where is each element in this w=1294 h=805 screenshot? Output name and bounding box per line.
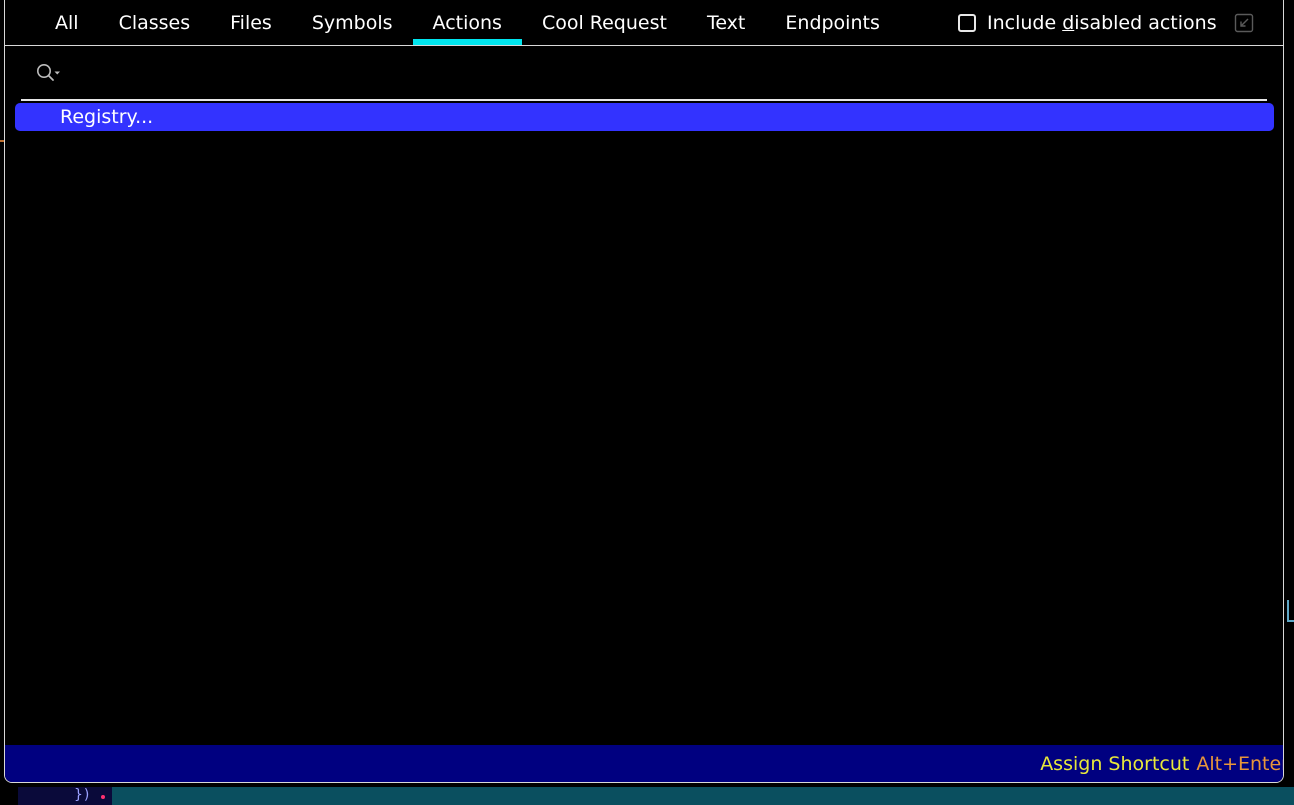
background-code-fragment: }) [74, 787, 91, 803]
include-disabled-label: Include disabled actions [987, 12, 1217, 34]
status-bar: Assign Shortcut Alt+Enter [5, 745, 1283, 782]
include-disabled-actions-toggle[interactable]: Include disabled actions [958, 0, 1217, 45]
background-editor-mark [1287, 600, 1294, 622]
tab-list: All Classes Files Symbols Actions Cool R… [35, 0, 900, 45]
tab-bar: All Classes Files Symbols Actions Cool R… [5, 0, 1283, 46]
include-disabled-label-start: Include [987, 11, 1063, 34]
collapse-icon[interactable] [1234, 13, 1254, 33]
assign-shortcut-key: Alt+Enter [1196, 753, 1284, 775]
search-everywhere-popup: All Classes Files Symbols Actions Cool R… [4, 0, 1284, 783]
tab-actions[interactable]: Actions [412, 0, 523, 45]
tab-text[interactable]: Text [687, 0, 765, 45]
include-disabled-label-end: isabled actions [1074, 11, 1217, 34]
search-icon[interactable] [35, 62, 61, 86]
tab-files[interactable]: Files [210, 0, 292, 45]
search-input[interactable] [69, 54, 1249, 92]
background-editor-strip [18, 787, 112, 805]
background-error-dot [101, 795, 105, 799]
tab-cool-request[interactable]: Cool Request [522, 0, 687, 45]
search-field-row [21, 46, 1267, 101]
tab-classes[interactable]: Classes [99, 0, 211, 45]
checkbox-icon[interactable] [958, 13, 976, 32]
tab-all[interactable]: All [35, 0, 99, 45]
results-list: Registry... [15, 103, 1274, 131]
assign-shortcut-label: Assign Shortcut [1040, 753, 1190, 775]
result-item-registry[interactable]: Registry... [15, 103, 1274, 131]
tab-endpoints[interactable]: Endpoints [765, 0, 899, 45]
include-disabled-label-mnemonic: d [1062, 11, 1075, 34]
background-editor-strip [112, 787, 1294, 805]
assign-shortcut-hint[interactable]: Assign Shortcut Alt+Enter [1040, 745, 1284, 782]
tab-symbols[interactable]: Symbols [292, 0, 413, 45]
